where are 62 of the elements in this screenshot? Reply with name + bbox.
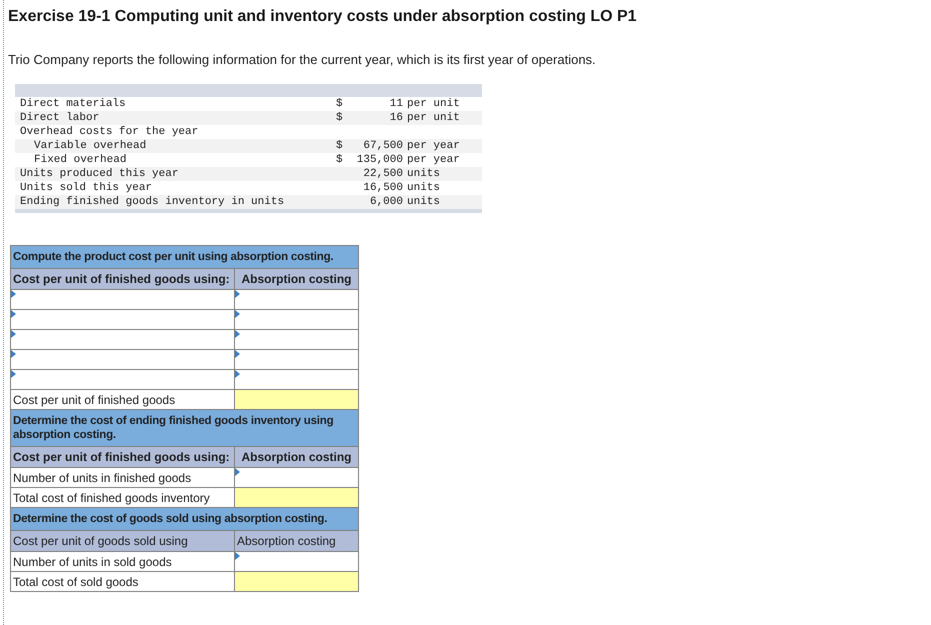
exercise-title: Exercise 19-1 Computing unit and inventory costs under absorption costing LO P1	[8, 7, 638, 27]
section-title: Determine the cost of ending finished goods inventory using absorption costing.	[10, 410, 359, 446]
info-label: Units produced this year	[19, 167, 180, 181]
info-amount: 11	[388, 97, 403, 111]
column-header: Cost per unit of finished goods using:	[10, 268, 234, 290]
info-unit: per year	[406, 139, 460, 153]
info-label: Direct materials	[19, 97, 127, 111]
dollar-sign: $	[336, 139, 344, 153]
column-header: Absorption costing	[234, 530, 359, 552]
answer-field[interactable]	[234, 488, 359, 508]
row-label: Total cost of sold goods	[10, 572, 234, 592]
row-label: Total cost of finished goods inventory	[10, 488, 234, 508]
dropdown-marker-icon	[11, 290, 16, 298]
dropdown-marker-icon	[11, 330, 16, 338]
section-title: Determine the cost of goods sold using absorption costing.	[10, 508, 359, 530]
info-label: Units sold this year	[19, 181, 154, 195]
select-field[interactable]	[10, 330, 234, 350]
dollar-sign: $	[336, 153, 344, 167]
select-field[interactable]	[234, 552, 359, 572]
info-unit: units	[406, 167, 440, 181]
select-field[interactable]	[10, 290, 234, 310]
row-label: Number of units in sold goods	[10, 552, 234, 572]
dropdown-marker-icon	[11, 370, 16, 378]
info-label: Direct labor	[19, 111, 100, 125]
info-amount: 135,000	[356, 153, 403, 167]
answer-field[interactable]	[234, 390, 359, 410]
select-field[interactable]	[234, 468, 359, 488]
info-label: Variable overhead	[33, 139, 148, 153]
column-header: Cost per unit of goods sold using	[10, 530, 234, 552]
column-header: Absorption costing	[234, 268, 359, 290]
select-field[interactable]	[234, 290, 359, 310]
answer-field[interactable]	[234, 572, 359, 592]
dollar-sign: $	[336, 111, 344, 125]
info-amount: 16,500	[362, 181, 403, 195]
dropdown-marker-icon	[11, 310, 16, 318]
select-field[interactable]	[234, 370, 359, 390]
dollar-sign: $	[336, 97, 344, 111]
section-title: Compute the product cost per unit using absorption costing.	[10, 246, 359, 268]
info-unit: units	[406, 181, 440, 195]
info-unit: units	[406, 195, 440, 209]
info-amount: 22,500	[362, 167, 403, 181]
column-header: Cost per unit of finished goods using:	[10, 446, 234, 468]
info-amount: 67,500	[362, 139, 403, 153]
info-unit: per unit	[406, 111, 460, 125]
info-amount: 6,000	[368, 195, 403, 209]
select-field[interactable]	[10, 310, 234, 330]
info-label: Fixed overhead	[33, 153, 128, 167]
column-header: Absorption costing	[234, 446, 359, 468]
select-field[interactable]	[10, 370, 234, 390]
select-field[interactable]	[234, 350, 359, 370]
row-label: Cost per unit of finished goods	[10, 390, 234, 410]
select-field[interactable]	[234, 330, 359, 350]
intro-text: Trio Company reports the following information for the current year, which is its first year of operations.	[8, 51, 597, 69]
info-label: Ending finished goods inventory in units	[19, 195, 286, 209]
select-field[interactable]	[10, 350, 234, 370]
info-amount: 16	[388, 111, 403, 125]
select-field[interactable]	[234, 310, 359, 330]
row-label: Number of units in finished goods	[10, 468, 234, 488]
info-label: Overhead costs for the year	[19, 125, 200, 139]
info-unit: per unit	[406, 97, 460, 111]
dropdown-marker-icon	[11, 350, 16, 358]
info-unit: per year	[406, 153, 460, 167]
